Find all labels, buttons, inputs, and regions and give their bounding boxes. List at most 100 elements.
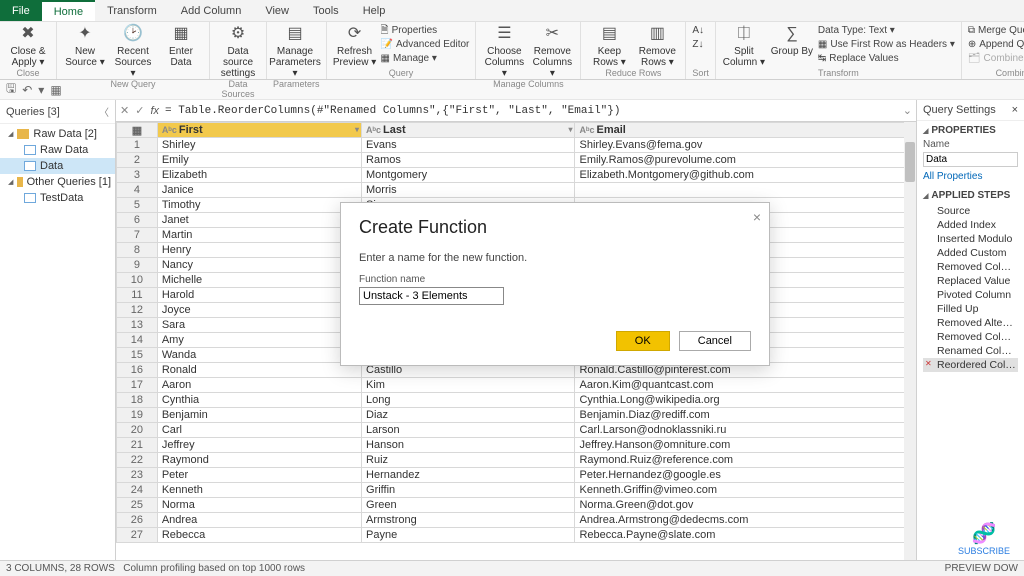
table-row[interactable]: 2EmilyRamosEmily.Ramos@purevolume.com — [117, 153, 916, 168]
formula-input[interactable] — [165, 105, 897, 117]
cell-email[interactable]: Aaron.Kim@quantcast.com — [575, 378, 916, 393]
cell-first[interactable]: Jeffrey — [157, 438, 361, 453]
subscribe-badge[interactable]: 🧬 SUBSCRIBE — [958, 521, 1010, 556]
row-number[interactable]: 11 — [117, 288, 158, 303]
cell-first[interactable]: Benjamin — [157, 408, 361, 423]
row-number[interactable]: 10 — [117, 273, 158, 288]
table-row[interactable]: 17AaronKimAaron.Kim@quantcast.com — [117, 378, 916, 393]
ok-button[interactable]: OK — [616, 331, 670, 351]
row-number[interactable]: 2 — [117, 153, 158, 168]
applied-steps-header[interactable]: APPLIED STEPS — [923, 190, 1018, 201]
cell-email[interactable]: Cynthia.Long@wikipedia.org — [575, 393, 916, 408]
row-number[interactable]: 24 — [117, 483, 158, 498]
cell-last[interactable]: Diaz — [362, 408, 575, 423]
cell-email[interactable]: Carl.Larson@odnoklassniki.ru — [575, 423, 916, 438]
cell-first[interactable]: Shirley — [157, 138, 361, 153]
applied-step[interactable]: Removed Columns1 — [923, 330, 1018, 344]
cell-last[interactable]: Montgomery — [362, 168, 575, 183]
applied-step[interactable]: Added Index — [923, 218, 1018, 232]
cell-last[interactable]: Kim — [362, 378, 575, 393]
cell-email[interactable]: Benjamin.Diaz@rediff.com — [575, 408, 916, 423]
cell-email[interactable]: Shirley.Evans@fema.gov — [575, 138, 916, 153]
applied-step[interactable]: Inserted Modulo — [923, 232, 1018, 246]
cell-last[interactable]: Hanson — [362, 438, 575, 453]
row-number[interactable]: 9 — [117, 258, 158, 273]
cell-first[interactable]: Andrea — [157, 513, 361, 528]
cell-first[interactable]: Elizabeth — [157, 168, 361, 183]
cell-first[interactable]: Sara — [157, 318, 361, 333]
scrollbar-thumb[interactable] — [905, 142, 915, 182]
applied-step[interactable]: Source — [923, 204, 1018, 218]
data-type-button[interactable]: Data Type: Text ▾ — [818, 24, 955, 38]
close-apply-button[interactable]: ✖Close & Apply ▾ — [6, 24, 50, 68]
cell-first[interactable]: Raymond — [157, 453, 361, 468]
cell-first[interactable]: Timothy — [157, 198, 361, 213]
cell-first[interactable]: Peter — [157, 468, 361, 483]
applied-step[interactable]: Reordered Columns — [923, 358, 1018, 372]
replace-values-button[interactable]: ↹Replace Values — [818, 52, 955, 66]
cell-first[interactable]: Kenneth — [157, 483, 361, 498]
applied-step[interactable]: Removed Alternate — [923, 316, 1018, 330]
tab-view[interactable]: View — [253, 0, 301, 21]
row-number[interactable]: 23 — [117, 468, 158, 483]
table-row[interactable]: 24KennethGriffinKenneth.Griffin@vimeo.co… — [117, 483, 916, 498]
row-number[interactable]: 1 — [117, 138, 158, 153]
cell-first[interactable]: Harold — [157, 288, 361, 303]
cell-first[interactable]: Amy — [157, 333, 361, 348]
tab-home[interactable]: Home — [42, 0, 95, 21]
manage-button[interactable]: ▦Manage ▾ — [381, 52, 470, 66]
group-by-button[interactable]: ∑Group By — [770, 24, 814, 57]
vertical-scrollbar[interactable] — [904, 122, 916, 560]
manage-parameters-button[interactable]: ▤Manage Parameters ▾ — [273, 24, 317, 79]
cell-last[interactable]: Green — [362, 498, 575, 513]
row-number[interactable]: 14 — [117, 333, 158, 348]
cell-first[interactable]: Norma — [157, 498, 361, 513]
table-row[interactable]: 21JeffreyHansonJeffrey.Hanson@omniture.c… — [117, 438, 916, 453]
tab-addcolumn[interactable]: Add Column — [169, 0, 254, 21]
table-row[interactable]: 18CynthiaLongCynthia.Long@wikipedia.org — [117, 393, 916, 408]
row-number[interactable]: 20 — [117, 423, 158, 438]
table-row[interactable]: 19BenjaminDiazBenjamin.Diaz@rediff.com — [117, 408, 916, 423]
cell-email[interactable]: Peter.Hernandez@google.es — [575, 468, 916, 483]
row-number[interactable]: 26 — [117, 513, 158, 528]
cell-last[interactable]: Larson — [362, 423, 575, 438]
row-number[interactable]: 7 — [117, 228, 158, 243]
cell-last[interactable]: Ruiz — [362, 453, 575, 468]
cell-first[interactable]: Henry — [157, 243, 361, 258]
formula-expand-icon[interactable]: ⌄ — [903, 104, 912, 117]
append-queries-button[interactable]: ⊕Append Queries ▾ — [968, 38, 1024, 52]
tab-tools[interactable]: Tools — [301, 0, 351, 21]
cell-first[interactable]: Ronald — [157, 363, 361, 378]
row-number[interactable]: 4 — [117, 183, 158, 198]
cell-email[interactable]: Elizabeth.Montgomery@github.com — [575, 168, 916, 183]
cell-last[interactable]: Griffin — [362, 483, 575, 498]
cell-first[interactable]: Michelle — [157, 273, 361, 288]
cell-last[interactable]: Payne — [362, 528, 575, 543]
undo-icon[interactable]: ↶ — [22, 83, 32, 97]
cell-last[interactable]: Ramos — [362, 153, 575, 168]
row-number[interactable]: 15 — [117, 348, 158, 363]
col-header-last[interactable]: AᵇcLast▾ — [362, 123, 575, 138]
cell-first[interactable]: Janice — [157, 183, 361, 198]
cell-email[interactable]: Rebecca.Payne@slate.com — [575, 528, 916, 543]
cell-first[interactable]: Joyce — [157, 303, 361, 318]
applied-step[interactable]: Added Custom — [923, 246, 1018, 260]
applied-step[interactable]: Removed Columns — [923, 260, 1018, 274]
row-number[interactable]: 13 — [117, 318, 158, 333]
cell-first[interactable]: Janet — [157, 213, 361, 228]
row-number[interactable]: 17 — [117, 378, 158, 393]
col-header-email[interactable]: AᵇcEmail▾ — [575, 123, 916, 138]
cell-email[interactable]: Kenneth.Griffin@vimeo.com — [575, 483, 916, 498]
row-number[interactable]: 3 — [117, 168, 158, 183]
cell-last[interactable]: Morris — [362, 183, 575, 198]
formula-cancel-icon[interactable]: ✕ — [120, 104, 129, 117]
cell-first[interactable]: Emily — [157, 153, 361, 168]
table-row[interactable]: 23PeterHernandezPeter.Hernandez@google.e… — [117, 468, 916, 483]
row-number[interactable]: 25 — [117, 498, 158, 513]
cell-last[interactable]: Armstrong — [362, 513, 575, 528]
tab-transform[interactable]: Transform — [95, 0, 169, 21]
properties-header[interactable]: PROPERTIES — [923, 125, 1018, 136]
cell-first[interactable]: Aaron — [157, 378, 361, 393]
table-row[interactable]: 26AndreaArmstrongAndrea.Armstrong@dedecm… — [117, 513, 916, 528]
cell-first[interactable]: Cynthia — [157, 393, 361, 408]
